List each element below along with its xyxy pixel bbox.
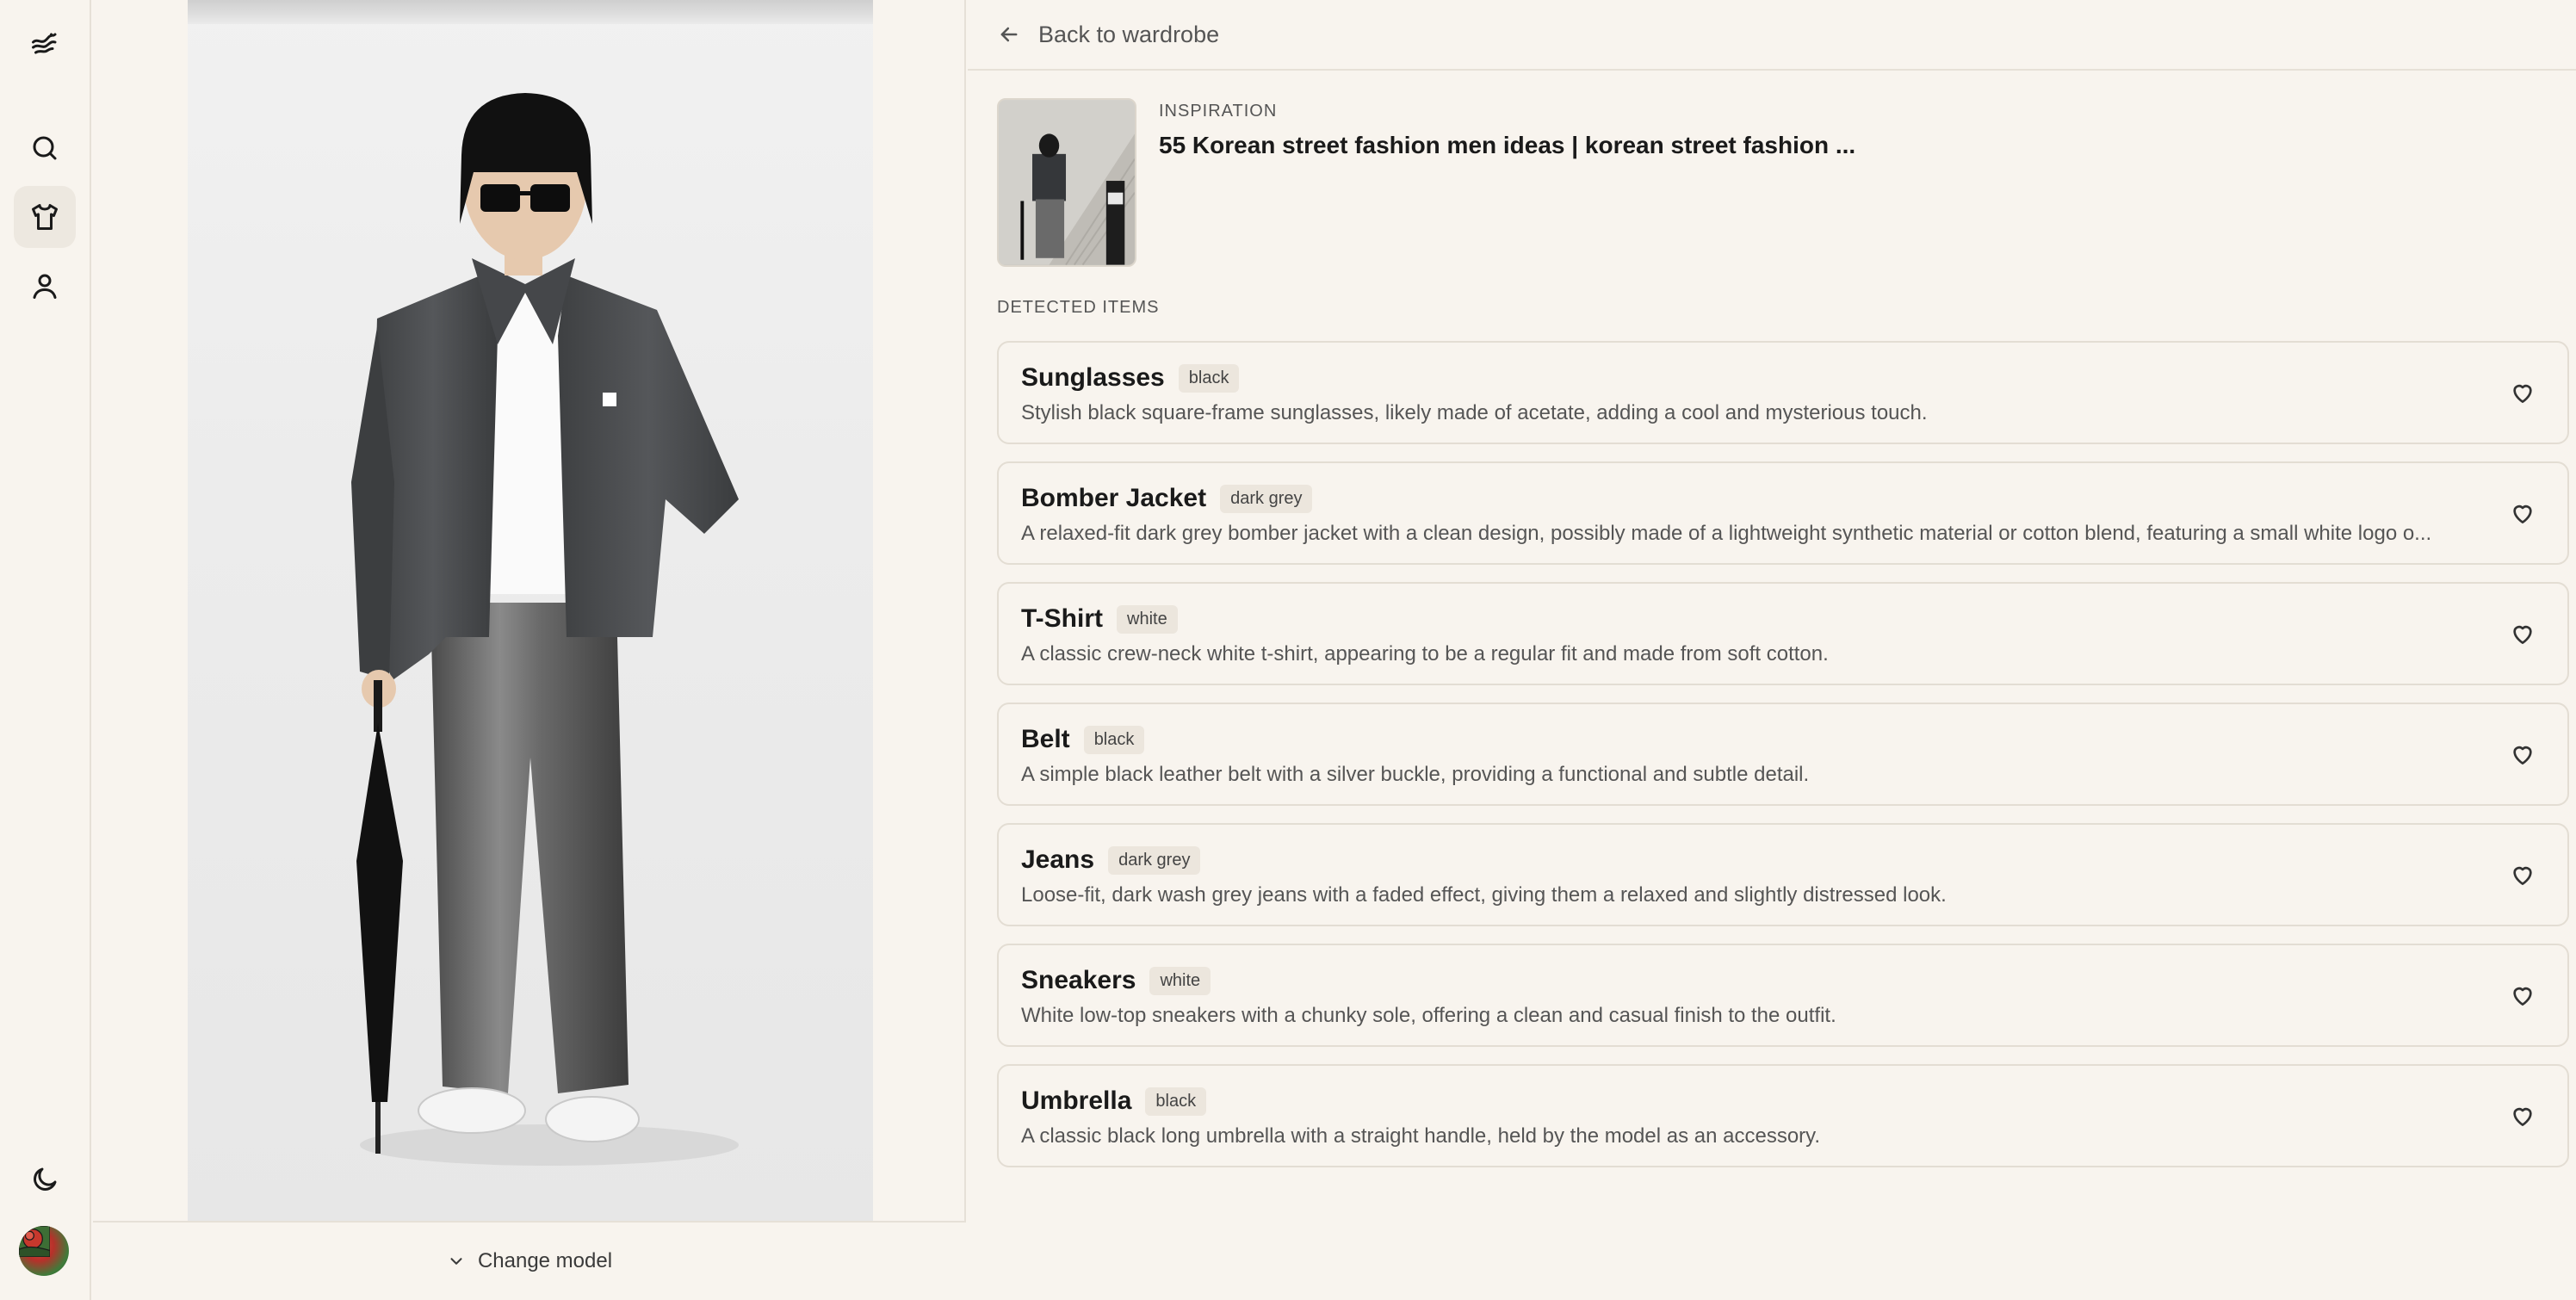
- arrow-left-icon: [1000, 27, 1018, 42]
- nav-search[interactable]: [14, 117, 76, 179]
- detected-item-belt[interactable]: Belt black A simple black leather belt w…: [997, 703, 2569, 806]
- item-color-tag: white: [1149, 966, 1211, 995]
- detected-item-sunglasses[interactable]: Sunglasses black Stylish black square-fr…: [997, 341, 2569, 444]
- app-logo[interactable]: [14, 14, 76, 76]
- item-color-tag: dark grey: [1220, 484, 1313, 513]
- heart-icon: [2513, 505, 2532, 523]
- item-color-tag: black: [1083, 725, 1145, 754]
- item-color-tag: white: [1117, 604, 1178, 634]
- inspiration-title[interactable]: 55 Korean street fashion men ideas | kor…: [1159, 132, 1855, 159]
- inspiration-eyebrow: INSPIRATION: [1159, 102, 1278, 121]
- item-name: Bomber Jacket: [1021, 484, 1207, 512]
- item-name: Jeans: [1021, 845, 1095, 874]
- item-description: A simple black leather belt with a silve…: [1021, 763, 1810, 786]
- detected-item-umbrella[interactable]: Umbrella black A classic black long umbr…: [997, 1064, 2569, 1167]
- heart-icon: [2513, 866, 2532, 885]
- item-name: Belt: [1021, 725, 1070, 753]
- model-photo-panel: Change model: [93, 0, 966, 1300]
- change-model-button[interactable]: Change model: [93, 1221, 966, 1300]
- item-color-tag: black: [1178, 363, 1240, 393]
- favorite-button[interactable]: [2509, 861, 2538, 890]
- detected-items-list: Sunglasses black Stylish black square-fr…: [997, 341, 2569, 1185]
- favorite-button[interactable]: [2509, 981, 2538, 1011]
- item-description: Stylish black square-frame sunglasses, l…: [1021, 401, 1928, 424]
- item-color-tag: dark grey: [1108, 845, 1201, 875]
- detected-item-t-shirt[interactable]: T-Shirt white A classic crew-neck white …: [997, 582, 2569, 685]
- inspiration-image: [999, 100, 1135, 265]
- moon-icon: [34, 1167, 57, 1191]
- heart-icon: [2513, 384, 2532, 403]
- item-name: Sunglasses: [1021, 363, 1165, 392]
- shirt-icon: [32, 204, 58, 230]
- model-photo: [188, 0, 873, 1221]
- outfit-details-panel: Back to wardrobe INSPIRATION 55 Korean s…: [968, 0, 2576, 1300]
- inspiration-meta: INSPIRATION 55 Korean street fashion men…: [1159, 98, 1855, 267]
- detected-items-label: DETECTED ITEMS: [997, 298, 1160, 317]
- back-to-wardrobe-link[interactable]: Back to wardrobe: [968, 0, 2576, 71]
- favorite-button[interactable]: [2509, 620, 2538, 649]
- favorite-button[interactable]: [2509, 1102, 2538, 1131]
- detected-item-jeans[interactable]: Jeans dark grey Loose-fit, dark wash gre…: [997, 823, 2569, 926]
- theme-toggle[interactable]: [14, 1148, 76, 1210]
- logo-wind-icon: [32, 33, 57, 54]
- inspiration-card[interactable]: INSPIRATION 55 Korean street fashion men…: [997, 98, 1855, 267]
- inspiration-thumbnail[interactable]: [997, 98, 1136, 267]
- avatar-image: [19, 1226, 51, 1258]
- back-label: Back to wardrobe: [1038, 21, 1220, 47]
- search-icon: [33, 136, 57, 160]
- item-description: Loose-fit, dark wash grey jeans with a f…: [1021, 883, 1947, 907]
- favorite-button[interactable]: [2509, 740, 2538, 770]
- heart-icon: [2513, 746, 2532, 765]
- item-description: A classic crew-neck white t-shirt, appea…: [1021, 642, 1829, 665]
- favorite-button[interactable]: [2509, 499, 2538, 529]
- item-name: Umbrella: [1021, 1086, 1132, 1115]
- heart-icon: [2513, 987, 2532, 1006]
- heart-icon: [2513, 625, 2532, 644]
- item-name: Sneakers: [1021, 966, 1136, 994]
- user-icon: [33, 274, 57, 299]
- sidebar-nav: [0, 0, 91, 1300]
- item-description: White low-top sneakers with a chunky sol…: [1021, 1004, 1836, 1027]
- chevron-down-icon: [450, 1258, 462, 1265]
- detected-item-bomber-jacket[interactable]: Bomber Jacket dark grey A relaxed-fit da…: [997, 461, 2569, 565]
- item-color-tag: black: [1145, 1086, 1207, 1116]
- detected-item-sneakers[interactable]: Sneakers white White low-top sneakers wi…: [997, 944, 2569, 1047]
- change-model-label: Change model: [477, 1249, 613, 1272]
- favorite-button[interactable]: [2509, 379, 2538, 408]
- nav-wardrobe[interactable]: [14, 186, 76, 248]
- item-description: A relaxed-fit dark grey bomber jacket wi…: [1021, 522, 2432, 545]
- avatar[interactable]: [19, 1226, 69, 1276]
- model-illustration: [351, 93, 739, 1166]
- nav-profile[interactable]: [14, 255, 76, 317]
- heart-icon: [2513, 1107, 2532, 1126]
- item-name: T-Shirt: [1021, 604, 1103, 633]
- item-description: A classic black long umbrella with a str…: [1021, 1124, 1821, 1148]
